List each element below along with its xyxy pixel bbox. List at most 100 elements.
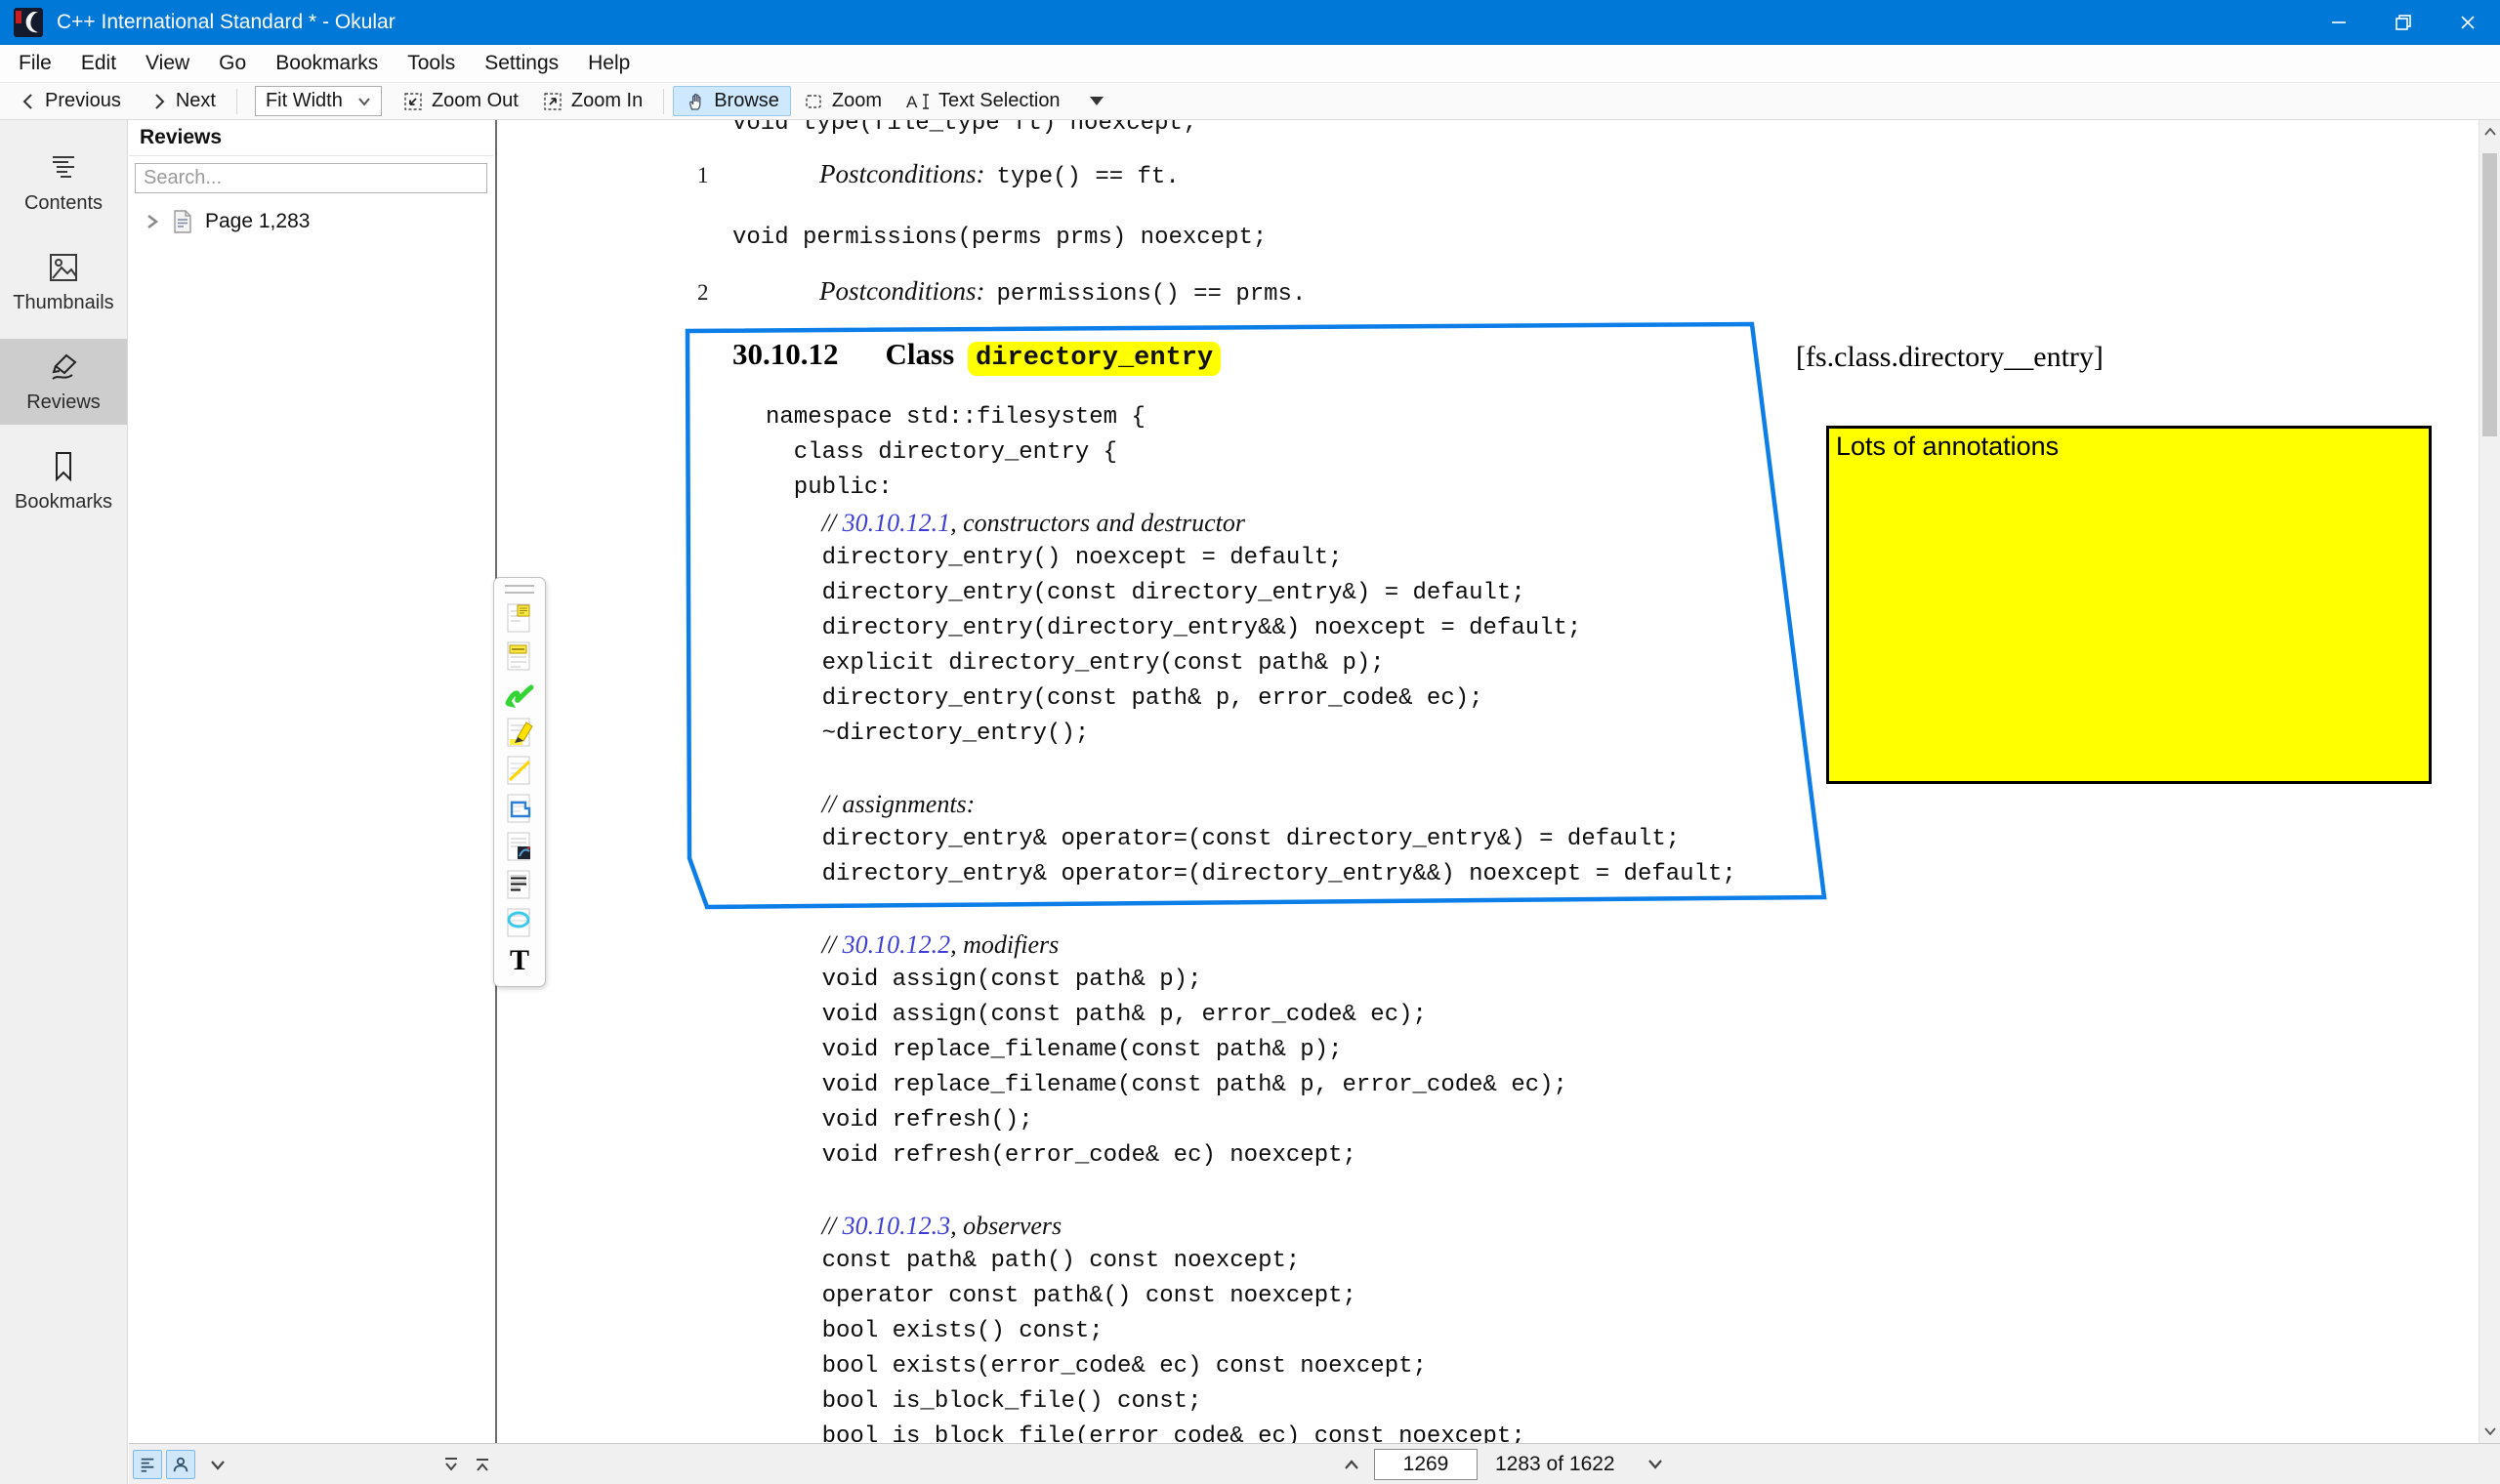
minimize-button[interactable] [2307, 0, 2371, 45]
reviews-tree: Page 1,283 [129, 199, 493, 234]
sidebar-item-contents[interactable]: Contents [0, 140, 127, 226]
reviews-tree-item[interactable]: Page 1,283 [129, 209, 493, 234]
collapse-all-button[interactable] [437, 1450, 466, 1479]
menu-file[interactable]: File [4, 45, 66, 82]
synopsis-line: // assignments: [766, 787, 1736, 822]
page-count-label[interactable]: 1283 of 1622 [1495, 1453, 1615, 1476]
current-page-input[interactable] [1374, 1449, 1478, 1480]
zoom-in-button[interactable]: Zoom In [530, 86, 654, 116]
browse-label: Browse [714, 90, 779, 112]
document-view[interactable]: void type(file_type ft) noexcept; 1 Post… [495, 120, 2477, 1443]
menu-tools[interactable]: Tools [393, 45, 470, 82]
expand-all-button[interactable] [468, 1450, 497, 1479]
menu-edit[interactable]: Edit [66, 45, 131, 82]
zoom-out-button[interactable]: Zoom Out [391, 86, 530, 116]
page-list-dropdown-button[interactable] [1641, 1450, 1670, 1479]
restore-button[interactable] [2371, 0, 2436, 45]
synopsis-line: void replace_filename(const path& p); [766, 1033, 1736, 1068]
window-title: C++ International Standard * - Okular [57, 11, 396, 34]
freehand-ink-tool[interactable] [500, 675, 539, 713]
previous-page-arrow-button[interactable] [1337, 1450, 1366, 1479]
next-label: Next [176, 90, 216, 112]
synopsis-line: // 30.10.12.2, modifiers [766, 928, 1736, 963]
straight-line-tool[interactable] [500, 751, 539, 789]
synopsis-line: void assign(const path& p, error_code& e… [766, 998, 1736, 1033]
previous-label: Previous [45, 90, 121, 112]
inline-note-tool[interactable] [500, 637, 539, 675]
polygon-tool[interactable] [500, 789, 539, 827]
show-reviews-list-toggle[interactable] [133, 1450, 162, 1479]
text-selection-label: Text Selection [938, 90, 1061, 112]
sidebar-item-label: Reviews [26, 392, 101, 414]
close-button[interactable] [2436, 0, 2500, 45]
ellipse-tool[interactable] [500, 903, 539, 941]
chevron-down-icon [1646, 1458, 1665, 1471]
typewriter-tool[interactable]: T [500, 941, 539, 979]
highlighter-tool[interactable] [500, 713, 539, 751]
section-heading: 30.10.12 Class directory_entry [732, 337, 1221, 376]
stamp-tool[interactable] [500, 827, 539, 865]
sidebar-item-thumbnails[interactable]: Thumbnails [0, 239, 127, 325]
underline-icon [505, 868, 534, 901]
highlighter-icon [505, 716, 534, 749]
zoom-tool-button[interactable]: Zoom [791, 86, 894, 116]
underline-tool[interactable] [500, 865, 539, 903]
paragraph-code: type() == ft. [997, 164, 1180, 190]
synopsis-line: void replace_filename(const path& p, err… [766, 1068, 1736, 1103]
previous-button[interactable]: Previous [8, 86, 133, 116]
menubar: FileEditViewGoBookmarksToolsSettingsHelp [0, 45, 2500, 83]
zoom-tool-icon [803, 91, 824, 112]
reviews-panel-title: Reviews [129, 120, 493, 156]
toolbar-separator [236, 89, 237, 114]
scroll-up-arrow[interactable] [2479, 120, 2500, 144]
inline-note-annotation[interactable]: Lots of annotations [1826, 426, 2432, 784]
class-synopsis-code: namespace std::filesystem { class direct… [766, 400, 1736, 1443]
next-button[interactable]: Next [139, 86, 228, 116]
reviews-tree-item-label: Page 1,283 [205, 210, 310, 233]
thumbnails-icon [46, 250, 81, 285]
filter-dropdown-button[interactable] [203, 1450, 232, 1479]
synopsis-line: const path& path() const noexcept; [766, 1244, 1736, 1279]
menu-view[interactable]: View [131, 45, 204, 82]
browse-tool-button[interactable]: Browse [673, 86, 791, 116]
scrollbar-thumb[interactable] [2482, 153, 2497, 436]
hand-icon [685, 91, 706, 112]
synopsis-line [766, 892, 1736, 928]
popup-note-tool[interactable] [500, 598, 539, 637]
chevron-down-icon [209, 1459, 227, 1470]
group-by-author-toggle[interactable] [166, 1450, 195, 1479]
tool-dropdown-caret[interactable] [1090, 97, 1104, 105]
synopsis-line: directory_entry() noexcept = default; [766, 541, 1736, 576]
sidebar-item-reviews[interactable]: Reviews [0, 339, 127, 425]
menu-help[interactable]: Help [573, 45, 645, 82]
sidebar: Contents Thumbnails Reviews Bookmarks [0, 120, 128, 1484]
synopsis-line [766, 1174, 1736, 1209]
chevron-left-icon [20, 92, 37, 111]
stable-name-tag: [fs.class.directory__entry] [1796, 341, 2104, 374]
toolbar-drag-handle[interactable] [505, 585, 534, 594]
menu-settings[interactable]: Settings [470, 45, 573, 82]
reviews-panel: Reviews Page 1,283 [129, 120, 493, 1443]
main-toolbar: Previous Next Fit Width Zoom Out Zoom In [0, 83, 2500, 120]
contents-icon [46, 150, 81, 186]
text-selection-tool-button[interactable]: A Text Selection [894, 86, 1115, 116]
zoom-level-value: Fit Width [266, 90, 343, 112]
scroll-down-arrow[interactable] [2479, 1420, 2500, 1443]
document-scrollbar[interactable] [2479, 120, 2500, 1443]
menu-go[interactable]: Go [204, 45, 261, 82]
inline-note-icon [505, 639, 534, 673]
paragraph-number: 1 [697, 163, 709, 188]
toolbar-separator [663, 89, 664, 114]
sidebar-item-bookmarks[interactable]: Bookmarks [0, 438, 127, 524]
zoom-level-combobox[interactable]: Fit Width [255, 86, 382, 116]
chevron-right-icon [150, 92, 168, 111]
doc-code-line: void permissions(perms prms) noexcept; [732, 225, 1267, 251]
menu-bookmarks[interactable]: Bookmarks [261, 45, 393, 82]
synopsis-line: void refresh(error_code& ec) noexcept; [766, 1138, 1736, 1174]
reviews-search-input[interactable] [135, 163, 487, 193]
zoom-out-icon [402, 91, 424, 112]
synopsis-line [766, 752, 1736, 787]
synopsis-line: directory_entry(const directory_entry&) … [766, 576, 1736, 611]
okular-app-icon [14, 8, 43, 37]
synopsis-line: void assign(const path& p); [766, 963, 1736, 998]
